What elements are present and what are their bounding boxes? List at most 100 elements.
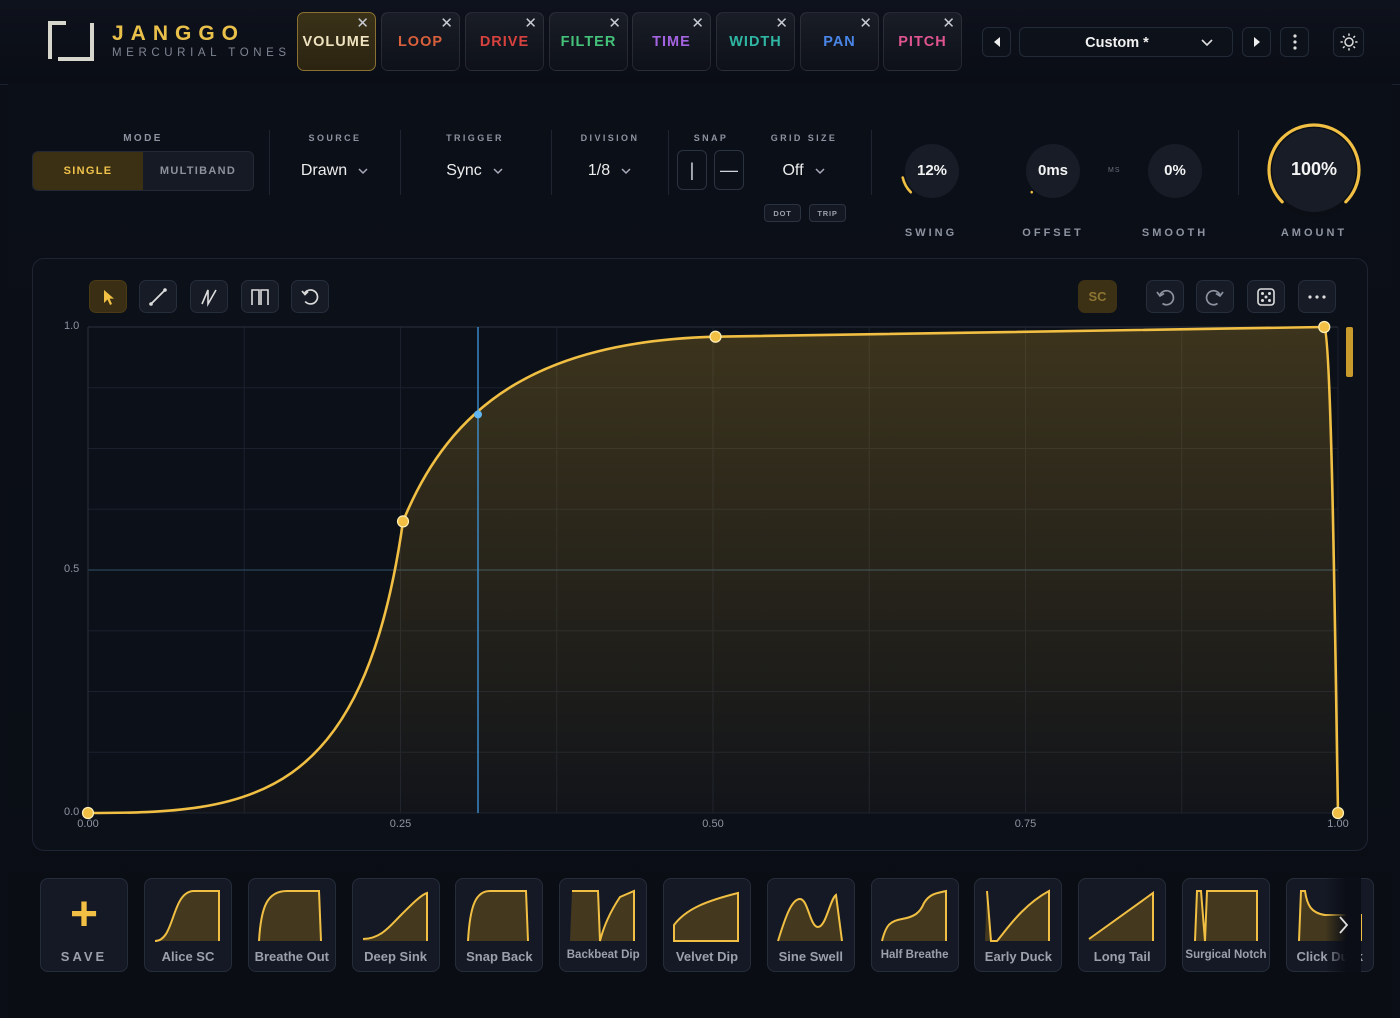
trigger-value: Sync (446, 162, 482, 179)
tab-pitch[interactable]: PITCH ✕ (883, 12, 962, 71)
preset-tile[interactable]: Surgical Notch (1182, 878, 1270, 972)
preset-shape-icon (673, 891, 739, 942)
redo-icon (1205, 289, 1224, 306)
next-preset-button[interactable] (1242, 27, 1271, 57)
triplet-toggle[interactable]: TRIP (809, 204, 846, 222)
source-value: Drawn (300, 162, 348, 179)
grid-size-dropdown[interactable]: Off (760, 160, 848, 182)
preset-shape-fill (155, 891, 219, 941)
tab-pan[interactable]: PAN ✕ (800, 12, 879, 71)
save-preset-button[interactable]: + SAVE (40, 878, 128, 972)
amount-knob[interactable]: 100% (1266, 122, 1362, 218)
mode-label: MODE (123, 133, 163, 144)
division-dropdown[interactable]: 1/8 (560, 160, 660, 182)
dotted-toggle[interactable]: DOT (764, 204, 801, 222)
divider (400, 130, 401, 195)
tab-drive[interactable]: DRIVE ✕ (465, 12, 544, 71)
grid-size-value: Off (782, 162, 804, 179)
close-icon[interactable]: ✕ (691, 15, 705, 33)
tab-loop[interactable]: LOOP ✕ (381, 12, 460, 71)
mode-single-button[interactable]: SINGLE (33, 152, 143, 190)
preset-tile[interactable]: Breathe Out (247, 878, 336, 972)
ellipsis-icon (1308, 294, 1326, 299)
undo-icon (1156, 289, 1175, 306)
pointer-icon (104, 289, 114, 305)
preset-tile[interactable]: Velvet Dip (663, 878, 751, 972)
preset-name: Velvet Dip (675, 949, 739, 964)
close-icon[interactable]: ✕ (356, 15, 370, 33)
swing-knob[interactable]: 12% (899, 138, 965, 204)
preset-tile[interactable]: Deep Sink (351, 878, 440, 972)
line-tool-button[interactable] (139, 280, 177, 313)
amount-value: 100% (1290, 159, 1338, 179)
save-label: SAVE (60, 949, 108, 964)
preset-name: Deep Sink (364, 949, 428, 964)
tab-width[interactable]: WIDTH ✕ (716, 12, 795, 71)
tab-filter[interactable]: FILTER ✕ (549, 12, 628, 71)
chevron-down-icon (1201, 39, 1213, 47)
trigger-dropdown[interactable]: Sync (415, 160, 535, 182)
tab-time[interactable]: TIME ✕ (632, 12, 711, 71)
preset-tile[interactable]: Snap Back (455, 878, 544, 972)
grid-size-label: GRID SIZE (770, 133, 838, 143)
undo-button[interactable] (1146, 280, 1184, 313)
preset-tile[interactable]: Half Breathe (870, 878, 959, 972)
randomize-button[interactable] (1247, 280, 1285, 313)
ramp-tool-button[interactable] (190, 280, 228, 313)
tab-volume[interactable]: VOLUME ✕ (297, 12, 376, 71)
square-tool-button[interactable] (241, 280, 279, 313)
chevron-down-icon (493, 168, 503, 175)
preset-shape-fill (466, 891, 529, 941)
source-dropdown[interactable]: Drawn (275, 160, 395, 182)
preset-shape-icon (985, 889, 1051, 942)
offset-label: OFFSET (1022, 227, 1084, 239)
more-menu-button[interactable] (1280, 27, 1309, 57)
scroll-right-button[interactable] (1325, 878, 1361, 972)
editor-more-button[interactable] (1298, 280, 1336, 313)
preset-tile[interactable]: Sine Swell (766, 878, 855, 972)
offset-knob[interactable]: 0ms (1020, 138, 1086, 204)
preset-name: Half Breathe (880, 949, 949, 961)
preset-tile[interactable]: Backbeat Dip (559, 878, 648, 972)
divider (269, 130, 270, 195)
close-icon[interactable]: ✕ (608, 15, 622, 33)
smooth-knob[interactable]: 0% (1142, 138, 1208, 204)
preset-name: Alice SC (161, 949, 215, 964)
preset-shape-icon (570, 889, 636, 942)
close-icon[interactable]: ✕ (859, 15, 873, 33)
sun-gear-icon (1340, 33, 1357, 51)
preset-dropdown[interactable]: Custom * (1019, 27, 1233, 57)
sidechain-button[interactable]: SC (1078, 280, 1117, 313)
divider (668, 130, 669, 195)
x-tick-label: 0.25 (389, 818, 412, 830)
redo-button[interactable] (1196, 280, 1234, 313)
divider (1238, 130, 1239, 195)
close-icon[interactable]: ✕ (942, 15, 956, 33)
tab-label: WIDTH (729, 33, 782, 50)
pointer-tool-button[interactable] (89, 280, 127, 313)
mode-multiband-button[interactable]: MULTIBAND (143, 152, 253, 190)
chevron-down-icon (814, 168, 825, 175)
preset-tile[interactable]: Long Tail (1078, 878, 1167, 972)
preset-tile[interactable]: Early Duck (974, 878, 1063, 972)
dice-icon (1257, 287, 1275, 306)
preset-name: Long Tail (1093, 949, 1151, 964)
snap-horizontal-button[interactable]: — (714, 150, 744, 190)
preset-name: Backbeat Dip (566, 949, 640, 961)
preset-tile[interactable]: Alice SC (144, 878, 232, 972)
tab-label: PITCH (898, 33, 947, 50)
close-icon[interactable]: ✕ (775, 15, 789, 33)
ramp-icon (201, 289, 217, 307)
smooth-label: SMOOTH (1141, 227, 1209, 239)
reset-tool-button[interactable] (291, 280, 329, 313)
preset-name: Snap Back (466, 949, 533, 964)
snap-vertical-button[interactable]: | (677, 150, 707, 190)
close-icon[interactable]: ✕ (524, 15, 538, 33)
snap-label: SNAP (693, 133, 729, 143)
close-icon[interactable]: ✕ (440, 15, 454, 33)
settings-button[interactable] (1333, 27, 1364, 57)
division-value: 1/8 (587, 162, 611, 179)
division-label: DIVISION (580, 133, 640, 143)
vertical-scrollbar[interactable] (1346, 327, 1353, 377)
prev-preset-button[interactable] (982, 27, 1011, 57)
